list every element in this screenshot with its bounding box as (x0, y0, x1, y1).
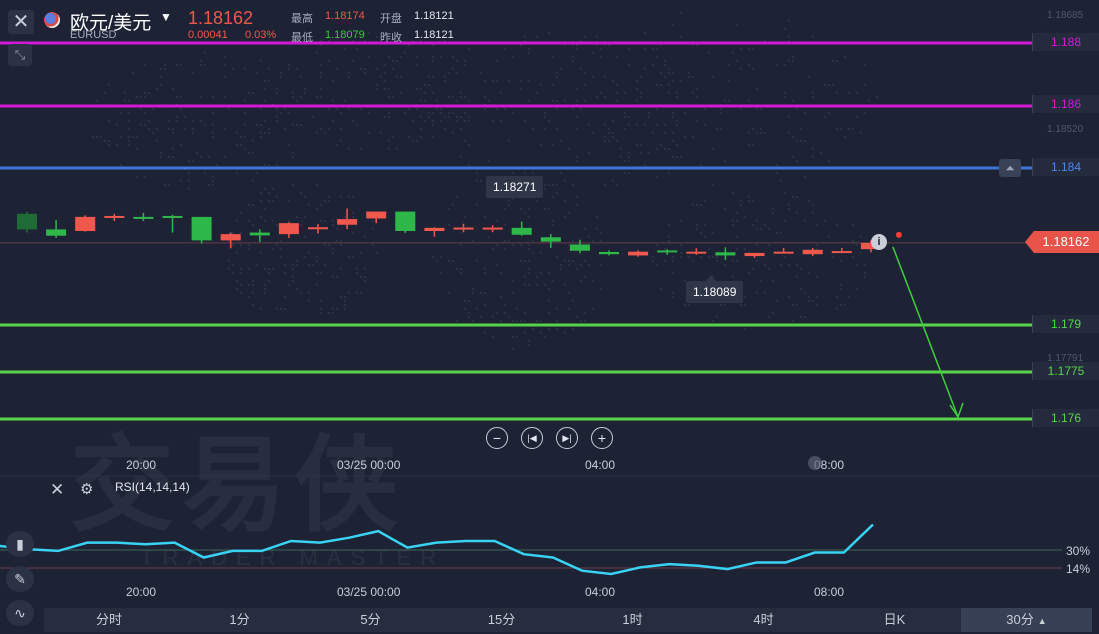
tab-1min[interactable]: 1分 (174, 608, 305, 632)
tab-fenshi[interactable]: 分时 (44, 608, 174, 632)
rsi-time-axis-label: 04:00 (585, 585, 616, 599)
tab-5min[interactable]: 5分 (305, 608, 436, 632)
candle-body (162, 215, 183, 218)
prev-close-label: 昨收 (380, 32, 402, 44)
prev-close-value: 1.18121 (414, 29, 454, 41)
zoom-in-button[interactable]: + (591, 427, 613, 449)
open-label: 开盘 (380, 13, 402, 25)
candle-body (482, 227, 503, 230)
candle-body (366, 211, 387, 219)
candle-body (686, 251, 707, 254)
rsi-line (0, 523, 874, 576)
candle-body (511, 227, 532, 235)
candle-body (75, 216, 96, 231)
candle-body (104, 215, 125, 218)
candle-body (599, 251, 619, 255)
collapse-icon[interactable]: ⤡ (8, 44, 32, 66)
indicator-icon[interactable]: ▮ (6, 531, 34, 557)
time-axis-label: 20:00 (126, 458, 157, 472)
price-line-tag[interactable]: 1.1775 (1032, 362, 1099, 380)
rsi-time-axis-label: 03/25 00:00 (337, 585, 401, 599)
caret-up-icon: ▲ (1037, 616, 1047, 626)
time-axis-label: 04:00 (585, 458, 616, 472)
candle-body (831, 251, 852, 254)
candle-body (424, 227, 445, 232)
price-line-tag[interactable]: 1.186 (1032, 95, 1099, 113)
price-line-tag[interactable]: 1.176 (1032, 409, 1099, 427)
tab-daily[interactable]: 日K (829, 608, 960, 632)
low-label: 最低 (291, 32, 313, 44)
caret-down-icon[interactable]: ▼ (160, 10, 172, 24)
projection-arrow (892, 246, 959, 418)
close-indicator-icon[interactable]: ✕ (50, 480, 64, 500)
price-line-tag[interactable]: 1.179 (1032, 315, 1099, 333)
candle-body (308, 227, 328, 230)
pencil-icon[interactable]: ✎ (6, 566, 34, 592)
zoom-out-button[interactable]: − (486, 427, 508, 449)
candle-body (17, 213, 37, 230)
open-value: 1.18121 (414, 10, 454, 22)
line-chart-icon[interactable]: ∿ (6, 600, 34, 626)
pair-code: EURUSD (70, 29, 117, 41)
candle-body (540, 237, 561, 242)
candle-body (773, 251, 794, 254)
candle-body (133, 216, 154, 219)
tab-1h[interactable]: 1时 (567, 608, 698, 632)
low-tooltip: 1.18089 (686, 281, 744, 303)
candle-body (715, 252, 736, 256)
alert-dot (895, 231, 902, 238)
tab-4h[interactable]: 4时 (698, 608, 829, 632)
candle-body (395, 211, 416, 232)
axis-label: 1.18685 (1047, 10, 1084, 21)
close-button[interactable]: ✕ (8, 10, 34, 34)
candle-body (46, 229, 67, 236)
timeframe-tabs: 分时 1分 5分 15分 1时 4时 日K 30分 ▲ (44, 608, 1092, 632)
drag-handle-icon[interactable] (808, 456, 822, 470)
candle-body (569, 244, 590, 251)
scroll-end-button[interactable]: ▶| (556, 427, 578, 449)
candle-body (628, 251, 649, 256)
current-price: 1.18162 (188, 8, 254, 28)
candle-body (337, 219, 358, 225)
tab-30min-label: 30分 (1006, 612, 1034, 627)
axis-label: 1.18520 (1047, 124, 1084, 135)
candle-body (191, 216, 212, 241)
chart-window: 交易侠 TRADER MASTER ✕ ⤡ 欧元/美元 ▼ EURUSD 1.1… (0, 0, 1099, 634)
candle-body (453, 227, 474, 230)
candle-body (220, 234, 241, 241)
candle-body (802, 249, 823, 255)
price-line-tag[interactable]: 1.188 (1032, 33, 1099, 51)
high-label: 最高 (291, 13, 313, 25)
high-tooltip: 1.18271 (486, 176, 544, 198)
candle-body (744, 252, 765, 257)
info-icon[interactable]: i (871, 234, 887, 250)
rsi-level-label: 14% (1066, 562, 1091, 576)
scroll-start-button[interactable]: |◀ (521, 427, 543, 449)
rsi-time-axis-label: 20:00 (126, 585, 157, 599)
price-change-pct: 0.03% (245, 29, 277, 41)
indicator-name: RSI(14,14,14) (115, 480, 190, 494)
rsi-time-axis-label: 08:00 (814, 585, 845, 599)
tab-15min[interactable]: 15分 (436, 608, 567, 632)
candle-body (657, 250, 678, 253)
rsi-level-label: 30% (1066, 544, 1091, 558)
price-line-tag[interactable]: 1.184 (1032, 158, 1099, 176)
candle-body (278, 223, 299, 235)
alert-bell-icon[interactable]: ⏶ (999, 159, 1021, 177)
settings-gear-icon[interactable]: ⚙ (80, 480, 93, 498)
time-axis-label: 03/25 00:00 (337, 458, 401, 472)
projection-arrowhead (949, 402, 964, 419)
candle-body (249, 232, 270, 236)
eu-us-flag-icon (44, 12, 60, 28)
low-value: 1.18079 (325, 29, 365, 41)
price-change: 0.00041 (188, 29, 228, 41)
tab-30min[interactable]: 30分 ▲ (961, 608, 1092, 632)
current-price-tag: 1.18162 (1042, 234, 1090, 249)
candlestick-chart[interactable] (0, 0, 1099, 634)
high-value: 1.18174 (325, 10, 365, 22)
